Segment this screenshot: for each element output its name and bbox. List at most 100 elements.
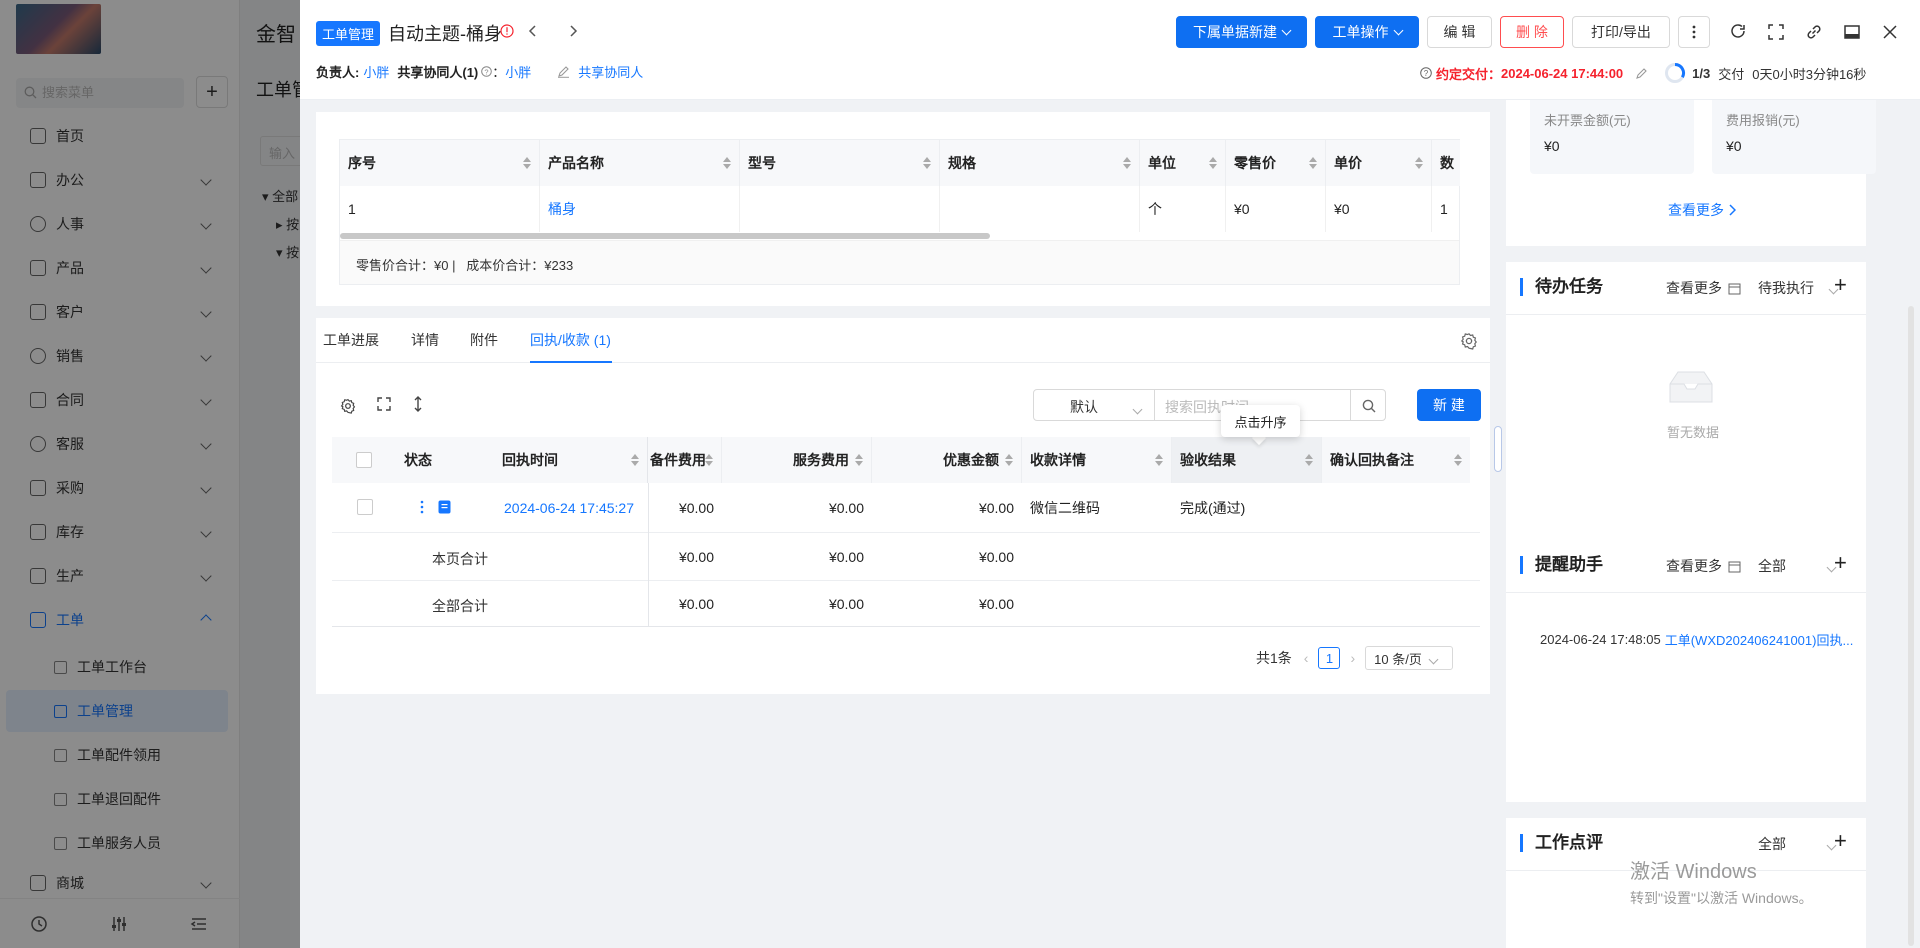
- owner-row: 负责人: 小胖 共享协同人(1) ? ： 小胖 共享协同人: [316, 62, 643, 81]
- todo-filter-select[interactable]: 待我执行: [1758, 278, 1839, 298]
- col-header[interactable]: 产品名称: [540, 140, 740, 186]
- col-header-checkbox[interactable]: [332, 437, 396, 483]
- workorder-drawer: 工单管理 自动主题-桶身 负责人: 小胖 共享协同人(1) ? ： 小胖 共享协…: [300, 0, 1920, 948]
- watermark-line1: 激活 Windows: [1630, 861, 1757, 883]
- page-size-select[interactable]: 10 条/页: [1365, 646, 1454, 670]
- fullscreen-icon[interactable]: [1766, 22, 1786, 42]
- divider: [1506, 592, 1866, 593]
- owner-link[interactable]: 小胖: [363, 62, 389, 81]
- col-header[interactable]: 状态: [396, 437, 494, 483]
- col-label: 服务费用: [793, 452, 849, 468]
- new-receipt-button[interactable]: 新 建: [1417, 389, 1481, 421]
- chevron-down-icon: [1393, 25, 1403, 35]
- select-value: 待我执行: [1758, 280, 1814, 296]
- link-icon[interactable]: [1804, 22, 1824, 42]
- row-menu-icon[interactable]: [420, 500, 424, 514]
- select-all-checkbox[interactable]: [356, 452, 372, 468]
- delete-button[interactable]: 删 除: [1500, 16, 1564, 48]
- tab-divider: [316, 362, 1490, 363]
- edit-pencil-icon[interactable]: [1635, 67, 1648, 80]
- todo-see-more[interactable]: 查看更多: [1666, 278, 1741, 298]
- deadline-row: ? 约定交付： 2024-06-24 17:44:00 1/3 交付 0天0小时…: [1420, 62, 1866, 84]
- col-header[interactable]: 型号: [740, 140, 940, 186]
- document-icon[interactable]: [438, 500, 451, 514]
- reminder-see-more[interactable]: 查看更多: [1666, 556, 1741, 576]
- col-header[interactable]: 规格: [940, 140, 1140, 186]
- collaborator-link[interactable]: 小胖: [505, 62, 531, 81]
- tab-progress[interactable]: 工单进展: [323, 330, 379, 350]
- col-header[interactable]: 单价: [1326, 140, 1432, 186]
- table-cell: ¥0: [1226, 186, 1326, 232]
- edit-button[interactable]: 编 辑: [1427, 16, 1492, 48]
- all-total-discount: ¥0.00: [978, 596, 1014, 612]
- collapse-panel-handle[interactable]: [1494, 426, 1502, 472]
- review-filter-select[interactable]: 全部: [1758, 834, 1837, 854]
- tab-receipts[interactable]: 回执/收款 (1): [530, 330, 611, 350]
- col-header[interactable]: 确认回执备注: [1322, 437, 1470, 483]
- col-header[interactable]: 服务费用: [722, 437, 872, 483]
- col-header[interactable]: 收款详情: [1022, 437, 1172, 483]
- dock-panel-icon[interactable]: [1842, 22, 1862, 42]
- page-total-service: ¥0.00: [828, 549, 864, 565]
- stage-name: 交付: [1718, 66, 1745, 82]
- stat-box: 费用报销(元) ¥0: [1712, 100, 1876, 174]
- select-value: 全部: [1758, 558, 1786, 574]
- expand-table-icon[interactable]: [376, 396, 392, 412]
- prev-page-icon[interactable]: ‹: [1304, 650, 1309, 666]
- acceptance-result: 完成(通过): [1180, 500, 1246, 516]
- row-checkbox[interactable]: [357, 499, 373, 515]
- col-label: 确认回执备注: [1330, 452, 1414, 468]
- next-page-icon[interactable]: ›: [1350, 650, 1355, 666]
- table-settings-icon[interactable]: [340, 398, 356, 414]
- add-todo-button[interactable]: +: [1834, 272, 1847, 298]
- col-header[interactable]: 回执时间: [494, 437, 648, 483]
- col-header[interactable]: 序号: [340, 140, 540, 186]
- table-cell: 个: [1140, 186, 1226, 232]
- col-header-sorting[interactable]: 验收结果: [1172, 437, 1322, 483]
- calendar-icon: [1728, 560, 1741, 573]
- tab-detail[interactable]: 详情: [411, 330, 439, 350]
- col-header[interactable]: 数: [1432, 140, 1460, 186]
- refresh-icon[interactable]: [1728, 22, 1748, 42]
- prev-record-icon[interactable]: [526, 24, 540, 38]
- col-header[interactable]: 零售价: [1226, 140, 1326, 186]
- product-name-link[interactable]: 桶身: [540, 186, 740, 232]
- horizontal-scrollbar[interactable]: [340, 233, 990, 239]
- close-icon[interactable]: [1880, 22, 1900, 42]
- new-sub-document-button[interactable]: 下属单据新建: [1176, 16, 1307, 48]
- col-header[interactable]: 备件费用: [648, 437, 722, 483]
- tab-active-indicator: [530, 361, 612, 363]
- gear-icon[interactable]: [1460, 332, 1478, 350]
- svg-text:?: ?: [485, 67, 489, 76]
- receipt-table: 状态 回执时间 备件费用 服务费用 优惠金额 收款详情 验收结果 确认回执备注 …: [332, 437, 1480, 629]
- col-label: 零售价: [1234, 155, 1276, 171]
- workorder-ops-button[interactable]: 工单操作: [1315, 16, 1419, 48]
- next-record-icon[interactable]: [566, 24, 580, 38]
- more-actions-button[interactable]: [1678, 16, 1710, 48]
- sort-select[interactable]: 默认: [1033, 389, 1155, 421]
- col-label: 优惠金额: [943, 452, 999, 468]
- reminder-filter-select[interactable]: 全部: [1758, 556, 1837, 576]
- share-collaborator-link[interactable]: 共享协同人: [578, 62, 643, 81]
- owner-label: 负责人:: [316, 65, 360, 80]
- stat-value: ¥0: [1726, 138, 1742, 154]
- col-header[interactable]: 单位: [1140, 140, 1226, 186]
- receipt-time-link[interactable]: 2024-06-24 17:45:27: [504, 500, 634, 516]
- warning-icon: [500, 24, 514, 38]
- page-number-button[interactable]: 1: [1318, 647, 1341, 669]
- print-export-button[interactable]: 打印/导出: [1572, 16, 1670, 48]
- reminder-link[interactable]: 工单(WXD202406241001)回执...: [1665, 630, 1854, 649]
- review-title: 工作点评: [1520, 834, 1603, 852]
- col-label: 备件费用: [650, 452, 706, 468]
- tab-attachments[interactable]: 附件: [470, 330, 498, 350]
- sort-select-value: 默认: [1070, 399, 1098, 415]
- add-review-button[interactable]: +: [1834, 828, 1847, 854]
- sort-icon: [1005, 454, 1013, 466]
- search-button[interactable]: [1350, 389, 1386, 421]
- vertical-scrollbar[interactable]: [1908, 306, 1914, 946]
- row-height-icon[interactable]: [412, 396, 424, 412]
- reminder-item[interactable]: 2024-06-24 17:48:05 工单(WXD202406241001)回…: [1540, 630, 1860, 649]
- add-reminder-button[interactable]: +: [1834, 550, 1847, 576]
- col-header[interactable]: 优惠金额: [872, 437, 1022, 483]
- see-more-stats-link[interactable]: 查看更多: [1668, 200, 1736, 220]
